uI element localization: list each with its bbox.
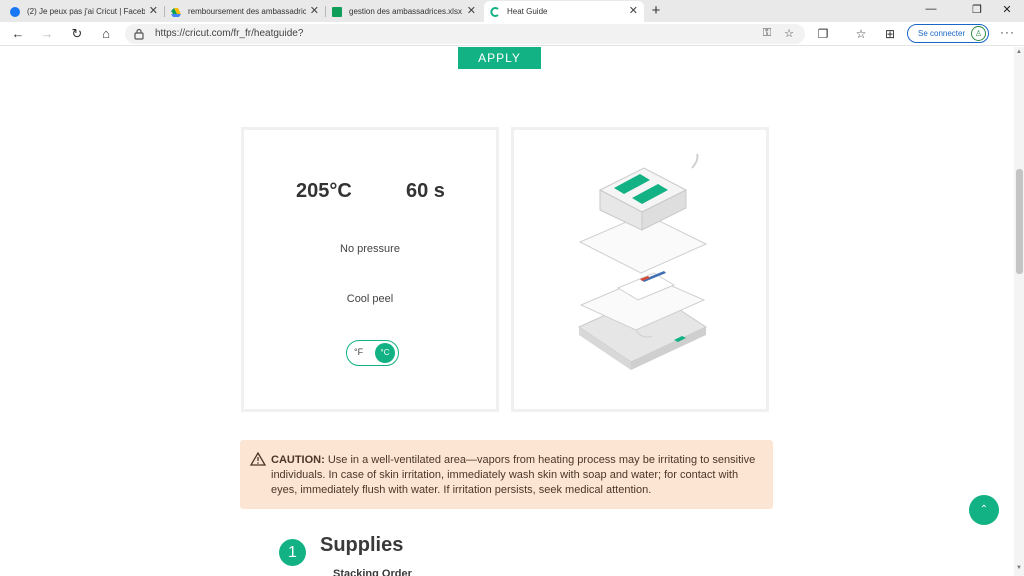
page-scrollbar[interactable]: ▲ ▼ xyxy=(1014,47,1024,576)
caution-text: Use in a well-ventilated area—vapors fro… xyxy=(271,454,756,496)
close-window-button[interactable]: ✕ xyxy=(992,3,1022,16)
refresh-button[interactable]: ↻ xyxy=(68,25,86,43)
scroll-down-icon[interactable]: ▼ xyxy=(1016,565,1022,571)
favorites-icon[interactable]: ☆ xyxy=(852,25,870,43)
tab-strip: (2) Je peux pas j'ai Cricut | Facebook ✕… xyxy=(0,0,1024,22)
step-subtitle: Stacking Order xyxy=(333,568,412,576)
caution-label: CAUTION: xyxy=(271,454,325,466)
unit-fahrenheit[interactable]: °F xyxy=(354,347,363,357)
tab-gestion[interactable]: gestion des ambassadrices.xlsx ✕ xyxy=(326,1,482,22)
signin-label: Se connecter xyxy=(918,29,966,38)
temperature-value: 205°C xyxy=(296,180,352,202)
back-button[interactable]: ← xyxy=(9,25,27,43)
tab-close-icon[interactable]: ✕ xyxy=(149,6,158,17)
url-text[interactable]: https://cricut.com/fr_fr/heatguide? xyxy=(155,28,303,39)
avatar-icon: ♙ xyxy=(971,26,986,41)
heat-press-illustration xyxy=(598,153,699,231)
tab-facebook[interactable]: (2) Je peux pas j'ai Cricut | Facebook ✕ xyxy=(4,1,164,22)
illustration-card xyxy=(511,127,769,412)
step-number-badge: 1 xyxy=(279,539,306,566)
cricut-icon xyxy=(490,6,500,17)
tab-title: gestion des ambassadrices.xlsx xyxy=(349,7,462,16)
more-menu-icon[interactable]: ··· xyxy=(1000,25,1015,39)
collections-add-icon[interactable]: ⊞ xyxy=(881,25,899,43)
tab-heat-guide[interactable]: Heat Guide ✕ xyxy=(484,1,644,22)
peel-value: Cool peel xyxy=(346,293,394,305)
forward-button[interactable]: → xyxy=(38,25,56,43)
key-icon[interactable]: ⚿ xyxy=(759,27,775,40)
lock-icon[interactable] xyxy=(134,28,144,40)
tab-title: Heat Guide xyxy=(507,7,548,16)
step-title: Supplies xyxy=(320,534,404,556)
heat-press-stack-illustration xyxy=(577,153,708,370)
browser-toolbar: ← → ↻ ⌂ https://cricut.com/fr_fr/heatgui… xyxy=(0,22,1024,46)
tab-close-icon[interactable]: ✕ xyxy=(310,6,319,17)
minimize-button[interactable]: — xyxy=(916,3,946,15)
address-bar[interactable]: https://cricut.com/fr_fr/heatguide? ⚿ ☆ xyxy=(125,24,805,44)
facebook-icon xyxy=(10,6,20,17)
maximize-button[interactable]: ❐ xyxy=(962,3,992,16)
tab-close-icon[interactable]: ✕ xyxy=(629,6,638,17)
google-drive-icon xyxy=(171,7,181,17)
tab-remboursement[interactable]: remboursement des ambassadrices ✕ xyxy=(165,1,325,22)
settings-card: 205°C 60 s No pressure Cool peel °F °C xyxy=(241,127,499,412)
pressure-value: No pressure xyxy=(340,243,400,255)
signin-button[interactable]: Se connecter ♙ xyxy=(907,24,989,43)
scroll-up-icon[interactable]: ▲ xyxy=(1016,49,1022,55)
tab-title: (2) Je peux pas j'ai Cricut | Facebook xyxy=(27,7,145,16)
tab-title: remboursement des ambassadrices xyxy=(188,7,306,16)
tab-close-icon[interactable]: ✕ xyxy=(467,6,476,17)
apply-button[interactable]: APPLY xyxy=(458,47,541,69)
home-button[interactable]: ⌂ xyxy=(97,25,115,43)
time-value: 60 s xyxy=(406,180,445,202)
caution-banner: CAUTION: Use in a well-ventilated area—v… xyxy=(240,440,773,509)
page-content: APPLY 205°C 60 s No pressure Cool peel °… xyxy=(0,47,1014,576)
favorite-star-icon[interactable]: ☆ xyxy=(781,27,797,40)
google-sheets-icon xyxy=(332,6,342,17)
unit-celsius[interactable]: °C xyxy=(375,343,395,363)
scroll-thumb[interactable] xyxy=(1016,169,1023,274)
unit-toggle[interactable]: °F °C xyxy=(346,340,399,366)
new-tab-button[interactable]: + xyxy=(648,2,664,20)
collections-icon[interactable]: ❐ xyxy=(814,25,832,43)
warning-icon xyxy=(250,452,266,466)
back-to-top-button[interactable]: ⌃ xyxy=(969,495,999,525)
